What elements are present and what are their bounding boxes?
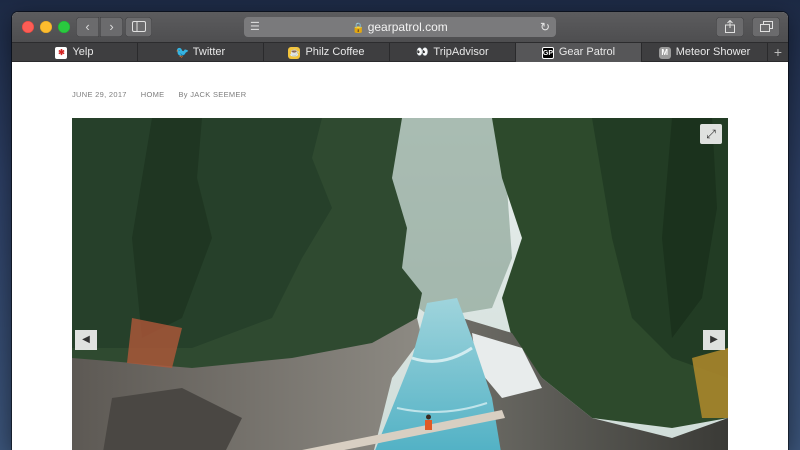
minimize-window-button[interactable] [40, 21, 52, 33]
chevron-right-icon: › [109, 19, 114, 34]
article-section-link[interactable]: HOME [141, 90, 165, 99]
favorite-meteor-shower[interactable]: M Meteor Shower [642, 43, 768, 62]
favorite-yelp[interactable]: ✱ Yelp [12, 43, 138, 62]
browser-toolbar: ‹ › ☰ 🔒 gearpatrol.com ↻ [12, 12, 788, 42]
tab-overview-icon [759, 21, 773, 36]
zoom-window-button[interactable] [58, 21, 70, 33]
favorite-label: Gear Patrol [558, 46, 616, 58]
favorite-philz-coffee[interactable]: ☕ Philz Coffee [264, 43, 390, 62]
favorite-label: Philz Coffee [305, 46, 365, 58]
reader-menu-icon[interactable]: ☰ [250, 17, 260, 37]
next-image-button[interactable]: ▶ [703, 330, 725, 350]
reload-icon[interactable]: ↻ [540, 17, 550, 37]
tripadvisor-icon: 👀 [416, 46, 429, 58]
share-icon [724, 19, 736, 36]
article-date: JUNE 29, 2017 [72, 90, 127, 99]
hero-photo[interactable]: ⤢ ◀ ▶ [72, 118, 728, 450]
sidebar-toggle-button[interactable] [125, 17, 152, 37]
share-button[interactable] [716, 17, 744, 37]
meteor-shower-icon: M [658, 46, 671, 59]
philz-coffee-icon: ☕ [288, 46, 301, 59]
chevron-left-icon: ‹ [85, 19, 90, 34]
forward-button[interactable]: › [100, 17, 123, 37]
page-content: JUNE 29, 2017 HOME By JACK SEEMER ⤢ ◀ ▶ [12, 63, 788, 450]
favorite-label: Twitter [192, 46, 226, 58]
lock-icon: 🔒 [352, 23, 365, 34]
article-meta: JUNE 29, 2017 HOME By JACK SEEMER [72, 90, 246, 99]
previous-image-button[interactable]: ◀ [75, 330, 97, 350]
triangle-left-icon: ◀ [82, 334, 90, 345]
back-button[interactable]: ‹ [76, 17, 99, 37]
close-window-button[interactable] [22, 21, 34, 33]
tab-overview-button[interactable] [752, 17, 780, 37]
gear-patrol-icon: GP [541, 46, 554, 59]
address-bar[interactable]: ☰ 🔒 gearpatrol.com ↻ [244, 17, 556, 37]
article-byline[interactable]: By JACK SEEMER [178, 90, 246, 99]
new-tab-button[interactable]: + [768, 43, 788, 61]
expand-icon[interactable]: ⤢ [700, 124, 722, 144]
favorite-twitter[interactable]: 🐦 Twitter [138, 43, 264, 62]
plus-icon: + [773, 44, 782, 60]
sidebar-icon [131, 20, 146, 35]
address-url: gearpatrol.com [367, 20, 448, 34]
canyon-river-image [72, 118, 728, 450]
yelp-icon: ✱ [55, 46, 68, 59]
triangle-right-icon: ▶ [710, 334, 718, 345]
browser-window: ‹ › ☰ 🔒 gearpatrol.com ↻ ✱ Yelp 🐦 Twitte… [12, 12, 788, 450]
favorites-bar: ✱ Yelp 🐦 Twitter ☕ Philz Coffee 👀 TripAd… [12, 42, 788, 62]
favorite-tripadvisor[interactable]: 👀 TripAdvisor [390, 43, 516, 62]
twitter-icon: 🐦 [175, 46, 190, 59]
favorite-gear-patrol[interactable]: GP Gear Patrol [516, 43, 642, 62]
favorite-label: Yelp [72, 46, 94, 58]
favorite-label: Meteor Shower [675, 46, 751, 58]
favorite-label: TripAdvisor [433, 46, 489, 58]
